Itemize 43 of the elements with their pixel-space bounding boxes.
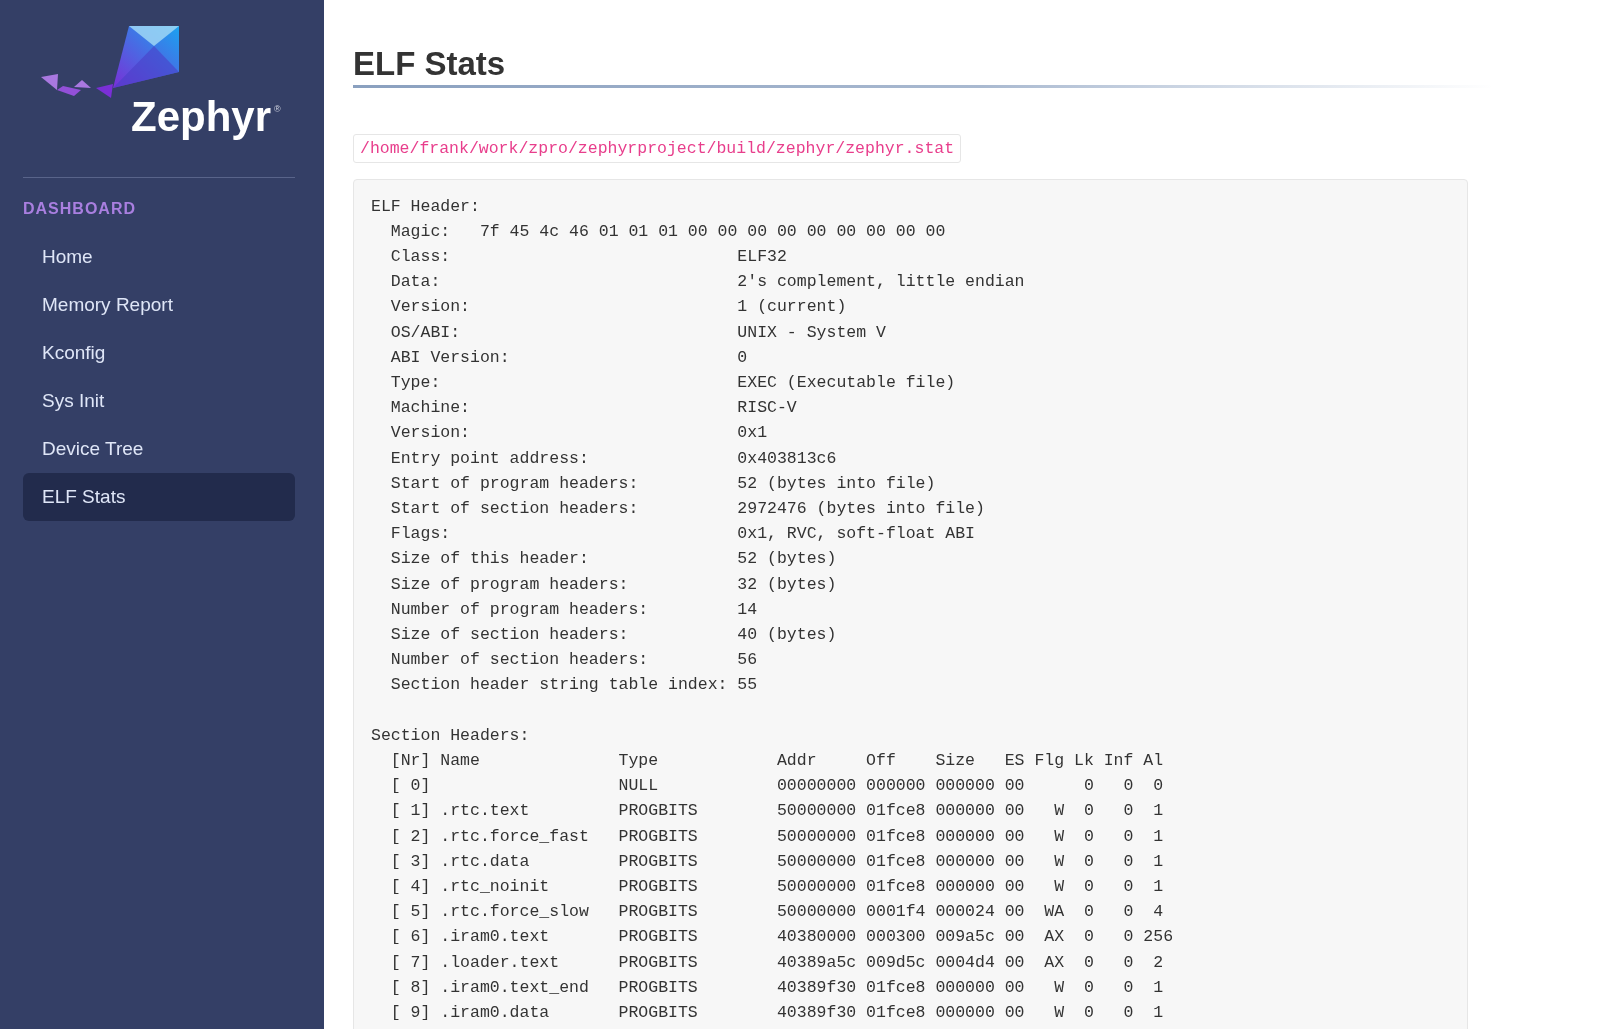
output-line: Section Headers: bbox=[371, 724, 531, 747]
output-line: Class: ELF32 bbox=[389, 246, 788, 268]
output-line: Version: 1 (current) bbox=[389, 296, 848, 319]
section-title: DASHBOARD bbox=[23, 200, 137, 218]
output-line: [ 8] .iram0.text_end PROGBITS 40389f30 01fce8 000000 00 W 0 0 1 bbox=[389, 976, 1165, 999]
output-line: Flags: 0x1, RVC, soft-float ABI bbox=[389, 523, 976, 546]
output-line: [ 1] .rtc.text PROGBITS 50000000 01fce8 000000 00 W 0 0 1 bbox=[389, 800, 1165, 823]
output-line: [ 0] NULL 00000000 000000 000000 00 0 0 0 bbox=[389, 775, 1165, 798]
output-line: [ 7] .loader.text PROGBITS 40389a5c 009d5c 0004d4 00 AX 0 0 2 bbox=[389, 951, 1165, 974]
output-line: Section header string table index: 55 bbox=[389, 674, 759, 697]
output-line: ELF Header: bbox=[371, 195, 481, 218]
output-line: Entry point address: 0x403813c6 bbox=[389, 447, 838, 470]
registered-mark: ® bbox=[274, 104, 281, 114]
file-path: /home/frank/work/zpro/zephyrproject/build/zephyr/zephyr.stat bbox=[353, 133, 962, 163]
output-line: [ 9] .iram0.data PROGBITS 40389f30 01fce8 000000 00 W 0 0 1 bbox=[389, 1002, 1165, 1025]
output-line: Size of this header: 52 (bytes) bbox=[389, 548, 838, 571]
output-line: [Nr] Name Type Addr Off Size ES Flg Lk Inf Al bbox=[389, 750, 1165, 773]
logo-text: Zephyr bbox=[131, 96, 272, 138]
output-line: Type: EXEC (Executable file) bbox=[389, 372, 957, 394]
nav-item[interactable]: Memory Report bbox=[23, 281, 295, 329]
page-title: ELF Stats bbox=[353, 44, 506, 84]
output-line: Magic: 7f 45 4c 46 01 01 01 00 00 00 00 00 00 00 00 00 bbox=[389, 220, 947, 243]
output-line: Machine: RISC-V bbox=[389, 397, 798, 420]
output-line: Number of program headers: 14 bbox=[389, 598, 759, 621]
output-line: ABI Version: 0 bbox=[389, 346, 749, 369]
output-line: Data: 2's complement, little endian bbox=[389, 271, 1026, 294]
output-line: [ 3] .rtc.data PROGBITS 50000000 01fce8 000000 00 W 0 0 1 bbox=[389, 850, 1165, 873]
output-line: Number of section headers: 56 bbox=[389, 649, 759, 672]
output-line: Start of section headers: 2972476 (bytes into file) bbox=[389, 498, 986, 521]
output-line: OS/ABI: UNIX - System V bbox=[389, 321, 887, 344]
output-line: Start of program headers: 52 (bytes into file) bbox=[389, 472, 937, 495]
output-line: [ 2] .rtc.force_fast PROGBITS 50000000 01fce8 000000 00 W 0 0 1 bbox=[389, 825, 1165, 848]
output-line: [ 4] .rtc_noinit PROGBITS 50000000 01fce8 000000 00 W 0 0 1 bbox=[389, 876, 1165, 899]
output-line: Version: 0x1 bbox=[389, 422, 769, 445]
nav-item[interactable]: Home bbox=[23, 233, 295, 281]
nav-item[interactable]: Device Tree bbox=[23, 425, 295, 473]
nav-item[interactable]: ELF Stats bbox=[23, 473, 295, 521]
nav-item[interactable]: Sys Init bbox=[23, 377, 295, 425]
nav-item[interactable]: Kconfig bbox=[23, 329, 295, 377]
output-line: [ 5] .rtc.force_slow PROGBITS 50000000 0001f4 000024 00 WA 0 0 4 bbox=[389, 901, 1165, 924]
output-line: Size of program headers: 32 (bytes) bbox=[389, 573, 838, 596]
output-line: Size of section headers: 40 (bytes) bbox=[389, 624, 838, 647]
output-line: [ 6] .iram0.text PROGBITS 40380000 000300 009a5c 00 AX 0 0 256 bbox=[389, 926, 1175, 949]
